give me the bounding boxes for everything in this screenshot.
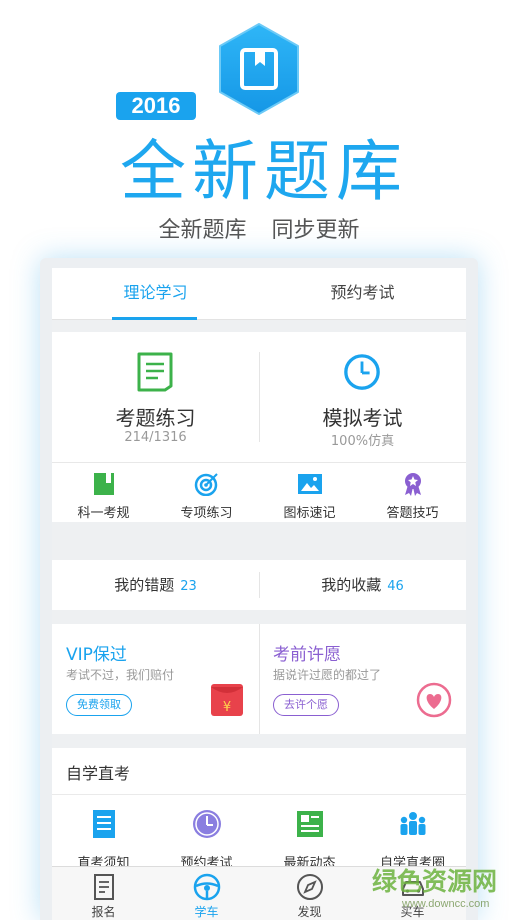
nav-learn-driving[interactable]: 学车 xyxy=(155,867,258,920)
practice-button[interactable]: 考题练习 214/1316 xyxy=(52,332,259,462)
red-envelope-icon: ¥ xyxy=(211,684,243,716)
tab-theory-study[interactable]: 理论学习 xyxy=(52,268,259,320)
document-icon xyxy=(137,352,173,392)
svg-text:¥: ¥ xyxy=(223,700,231,715)
nav-label: 学车 xyxy=(194,905,219,919)
nav-label: 报名 xyxy=(91,905,116,919)
free-claim-button[interactable]: 免费领取 xyxy=(66,694,132,716)
year-badge: 2016 xyxy=(116,92,196,120)
mock-exam-subtitle: 100%仿真 xyxy=(330,434,395,449)
records-card: 我的错题 23 我的收藏 46 xyxy=(52,560,466,610)
image-icon xyxy=(298,474,322,494)
vip-promo[interactable]: VIP保过 考试不过，我们赔付 免费领取 ¥ xyxy=(52,624,259,734)
practice-progress: 214/1316 xyxy=(124,430,187,445)
vip-title: VIP保过 xyxy=(66,645,127,665)
nav-discover[interactable]: 发现 xyxy=(258,867,361,920)
mock-exam-title: 模拟考试 xyxy=(322,406,403,430)
favorites-label: 我的收藏 xyxy=(321,576,382,594)
top-tabs: 理论学习 预约考试 xyxy=(52,268,466,320)
make-wish-button[interactable]: 去许个愿 xyxy=(273,694,339,716)
register-icon xyxy=(94,874,114,900)
wrong-label: 我的错题 xyxy=(114,576,175,594)
promo-card: VIP保过 考试不过，我们赔付 免费领取 ¥ 考前许愿 据说许过愿的都过了 去许… xyxy=(52,624,466,734)
wish-desc: 据说许过愿的都过了 xyxy=(273,668,382,682)
tab-book-exam[interactable]: 预约考试 xyxy=(259,268,466,320)
shortcut-label: 专项练习 xyxy=(180,506,233,521)
my-wrong-questions[interactable]: 我的错题 23 xyxy=(52,560,259,610)
watermark: 绿色资源网 www.downcc.com xyxy=(372,862,518,920)
divider xyxy=(52,794,466,795)
news-icon xyxy=(297,811,323,837)
practice-title: 考题练习 xyxy=(115,406,196,430)
hero-subtitle: 全新题库 同步更新 xyxy=(158,218,360,243)
my-favorites[interactable]: 我的收藏 46 xyxy=(259,560,466,610)
nav-register[interactable]: 报名 xyxy=(52,867,155,920)
group-icon xyxy=(400,812,426,835)
shortcut-sign-memo[interactable]: 图标速记 xyxy=(258,472,361,521)
active-tab-indicator xyxy=(112,317,197,320)
self-study-title: 自学直考 xyxy=(66,764,131,783)
wish-title: 考前许愿 xyxy=(273,645,341,665)
vip-desc: 考试不过，我们赔付 xyxy=(66,668,175,682)
hero-title: 全新题库 xyxy=(120,133,408,210)
watermark-url: www.downcc.com xyxy=(402,898,490,910)
heart-icon xyxy=(416,682,452,718)
shortcut-label: 答题技巧 xyxy=(386,506,439,521)
book-logo-icon xyxy=(219,23,299,115)
mock-exam-button[interactable]: 模拟考试 100%仿真 xyxy=(259,332,466,462)
shortcut-label: 图标速记 xyxy=(283,506,336,521)
notice-icon xyxy=(93,810,115,838)
shortcut-special-practice[interactable]: 专项练习 xyxy=(155,472,258,521)
medal-icon xyxy=(405,473,421,496)
favorites-count: 46 xyxy=(387,579,404,594)
clock-icon xyxy=(344,354,380,390)
shortcut-label: 科一考规 xyxy=(77,506,130,521)
practice-card: 考题练习 214/1316 模拟考试 100%仿真 科一考规 专项练习 图标速记… xyxy=(52,332,466,522)
shortcut-answer-tips[interactable]: 答题技巧 xyxy=(361,472,464,521)
divider xyxy=(52,462,466,463)
watermark-text: 绿色资源网 xyxy=(372,868,498,896)
phone-frame: 理论学习 预约考试 考题练习 214/1316 模拟考试 100%仿真 科一考规… xyxy=(40,258,478,920)
steering-wheel-icon xyxy=(193,873,221,901)
clock-icon xyxy=(193,810,221,838)
wrong-count: 23 xyxy=(180,579,197,594)
compass-icon xyxy=(297,874,323,900)
book-icon xyxy=(94,473,114,495)
shortcut-exam-rules[interactable]: 科一考规 xyxy=(52,472,155,521)
app-screen: 理论学习 预约考试 考题练习 214/1316 模拟考试 100%仿真 科一考规… xyxy=(52,268,466,920)
target-icon xyxy=(194,473,218,496)
promo-header: 2016 全新题库 全新题库 同步更新 xyxy=(0,0,518,268)
wish-promo[interactable]: 考前许愿 据说许过愿的都过了 去许个愿 xyxy=(259,624,466,734)
nav-label: 发现 xyxy=(297,905,322,919)
